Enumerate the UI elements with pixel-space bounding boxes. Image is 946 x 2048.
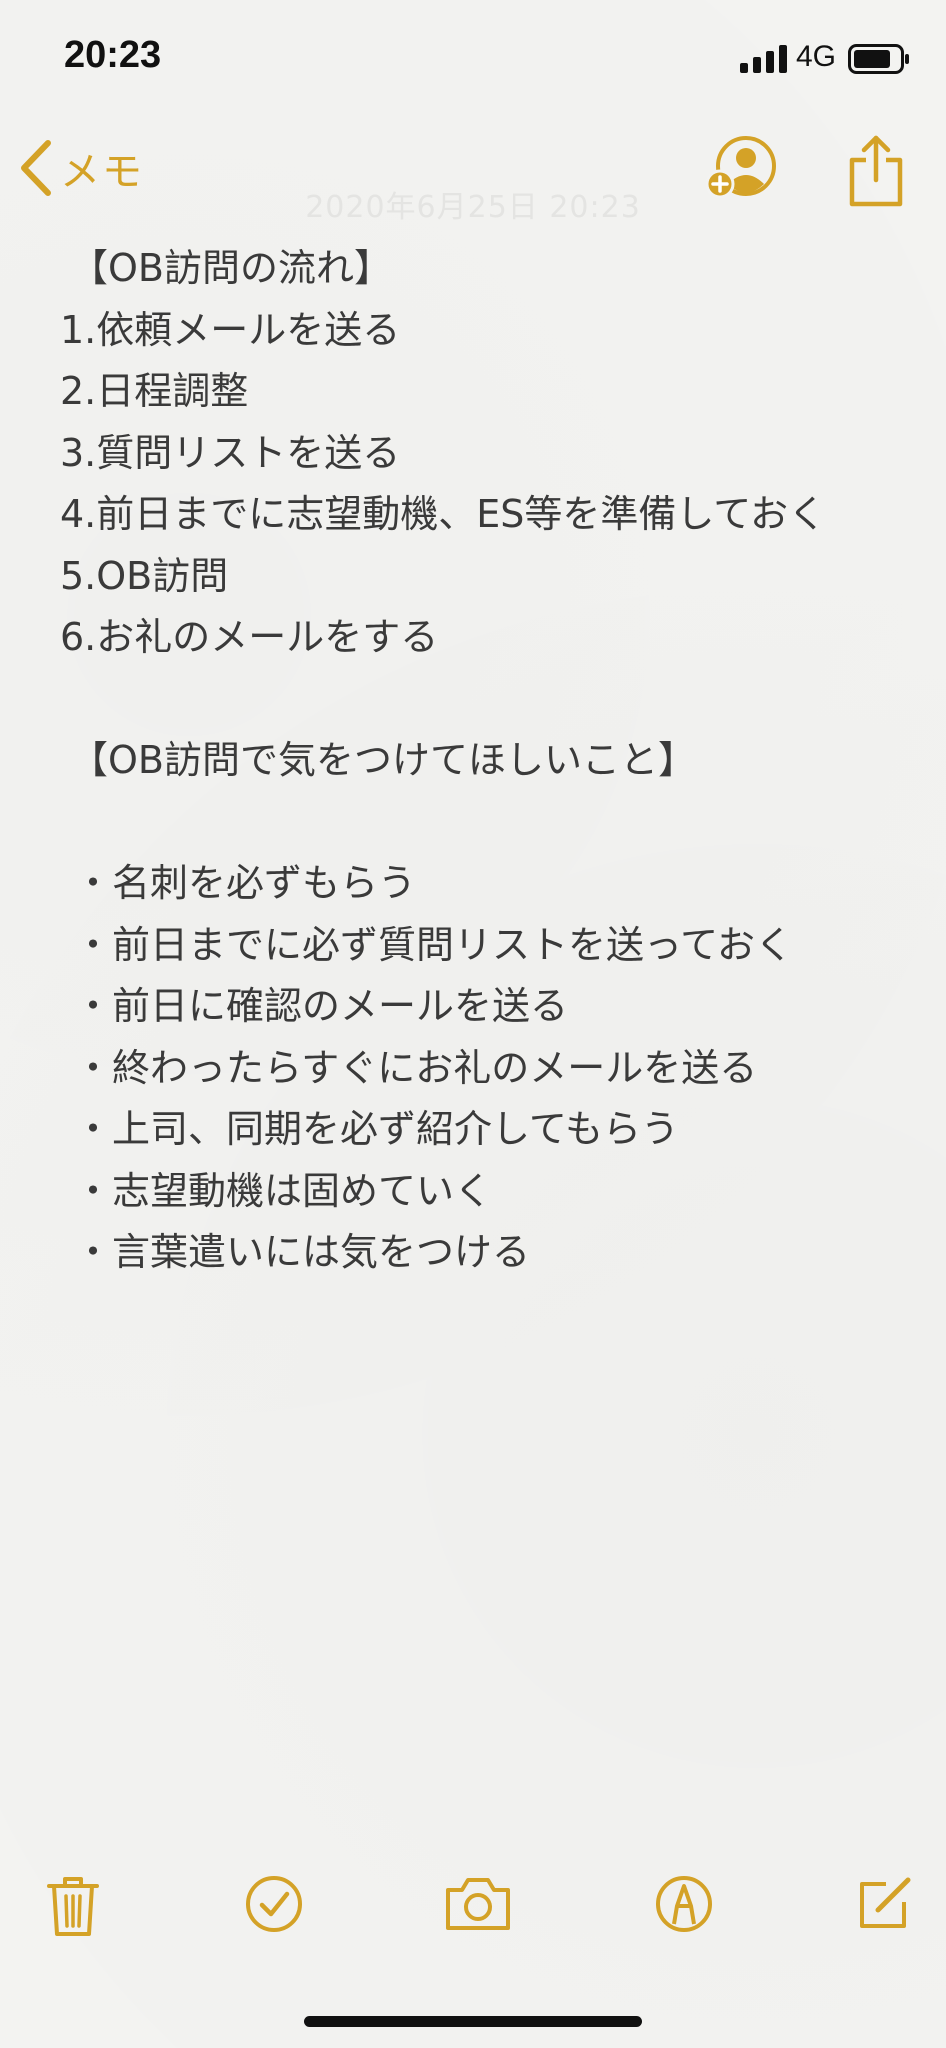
flow-heading: 【OB訪問の流れ】 [70, 246, 392, 290]
checklist-icon[interactable] [244, 1874, 304, 1934]
tip-item: ・名刺を必ずもらう [74, 861, 417, 905]
compose-icon[interactable] [856, 1874, 914, 1932]
camera-icon[interactable] [444, 1874, 512, 1932]
tip-item: ・終わったらすぐにお礼のメールを送る [74, 1045, 758, 1090]
tips-heading: 【OB訪問で気をつけてほしいこと】 [70, 738, 696, 782]
nav-bar: メモ 2020年6月25日 20:23 [0, 110, 946, 225]
flow-step: 6.お礼のメールをする [60, 615, 439, 659]
notes-screen: 20:23 4G メモ 2020年6月25日 20:23 【OB訪問の流れ】 1… [0, 0, 946, 2048]
note-date: 2020年6月25日 20:23 [305, 190, 641, 225]
battery-icon [848, 44, 909, 74]
tip-item: ・前日に確認のメールを送る [74, 984, 569, 1028]
tip-item: ・言葉遣いには気をつける [74, 1230, 531, 1274]
home-indicator[interactable] [304, 2016, 642, 2027]
flow-step: 4.前日までに志望動機、ES等を準備しておく [60, 492, 827, 536]
flow-step: 5.OB訪問 [60, 553, 229, 598]
tip-item: ・前日までに必ず質問リストを送っておく [74, 922, 793, 967]
bottom-toolbar [0, 1860, 946, 1950]
signal-bars-icon [740, 45, 787, 73]
flow-step: 2.日程調整 [60, 369, 249, 413]
status-bar: 20:23 4G [0, 0, 946, 110]
markup-icon[interactable] [654, 1874, 714, 1934]
flow-step: 3.質問リストを送る [60, 430, 401, 475]
network-type: 4G [796, 40, 837, 73]
trash-icon[interactable] [46, 1874, 100, 1938]
tip-item: ・志望動機は固めていく [74, 1168, 493, 1213]
flow-step: 1.依頼メールを送る [60, 307, 401, 352]
status-time: 20:23 [64, 34, 162, 76]
tip-item: ・上司、同期を必ず紹介してもらう [74, 1107, 679, 1151]
note-body[interactable]: 【OB訪問の流れ】 1.依頼メールを送る 2.日程調整 3.質問リストを送る 4… [60, 238, 920, 1284]
